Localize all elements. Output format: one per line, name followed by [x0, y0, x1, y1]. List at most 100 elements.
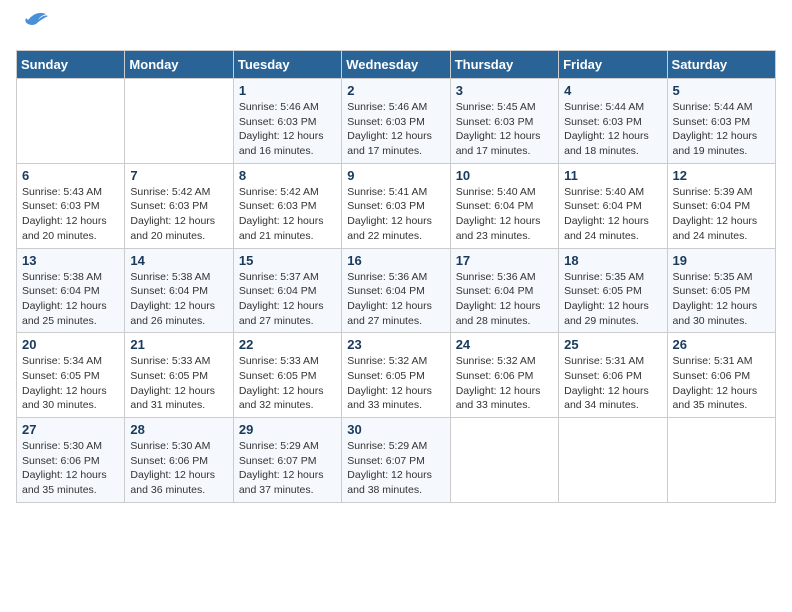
calendar-cell: 21 Sunrise: 5:33 AM Sunset: 6:05 PM Dayli… [125, 333, 233, 418]
header-monday: Monday [125, 51, 233, 79]
day-number: 5 [673, 83, 770, 98]
day-number: 10 [456, 168, 553, 183]
calendar-week-3: 13 Sunrise: 5:38 AM Sunset: 6:04 PM Dayli… [17, 248, 776, 333]
calendar-cell: 2 Sunrise: 5:46 AM Sunset: 6:03 PM Daylig… [342, 79, 450, 164]
day-info: Sunrise: 5:41 AM Sunset: 6:03 PM Dayligh… [347, 185, 444, 244]
header-saturday: Saturday [667, 51, 775, 79]
calendar-cell: 6 Sunrise: 5:43 AM Sunset: 6:03 PM Daylig… [17, 163, 125, 248]
day-info: Sunrise: 5:44 AM Sunset: 6:03 PM Dayligh… [564, 100, 661, 159]
day-number: 12 [673, 168, 770, 183]
day-info: Sunrise: 5:45 AM Sunset: 6:03 PM Dayligh… [456, 100, 553, 159]
header-tuesday: Tuesday [233, 51, 341, 79]
day-info: Sunrise: 5:30 AM Sunset: 6:06 PM Dayligh… [130, 439, 227, 498]
day-number: 13 [22, 253, 119, 268]
calendar-cell: 24Sunrise: 5:32 AM Sunset: 6:06 PM Dayli… [450, 333, 558, 418]
calendar-cell: 1 Sunrise: 5:46 AM Sunset: 6:03 PM Daylig… [233, 79, 341, 164]
day-number: 15 [239, 253, 336, 268]
calendar-cell [559, 418, 667, 503]
day-info: Sunrise: 5:38 AM Sunset: 6:04 PM Dayligh… [22, 270, 119, 329]
page-header [16, 16, 776, 38]
day-number: 27 [22, 422, 119, 437]
day-number: 16 [347, 253, 444, 268]
logo [16, 16, 48, 38]
calendar-cell [667, 418, 775, 503]
day-number: 28 [130, 422, 227, 437]
calendar-cell: 12 Sunrise: 5:39 AM Sunset: 6:04 PM Dayli… [667, 163, 775, 248]
calendar-cell: 25 Sunrise: 5:31 AM Sunset: 6:06 PM Dayli… [559, 333, 667, 418]
calendar-cell: 27 Sunrise: 5:30 AM Sunset: 6:06 PM Dayli… [17, 418, 125, 503]
day-number: 23 [347, 337, 444, 352]
day-number: 7 [130, 168, 227, 183]
calendar-cell: 4 Sunrise: 5:44 AM Sunset: 6:03 PM Daylig… [559, 79, 667, 164]
day-info: Sunrise: 5:38 AM Sunset: 6:04 PM Dayligh… [130, 270, 227, 329]
day-number: 30 [347, 422, 444, 437]
day-number: 17 [456, 253, 553, 268]
day-number: 14 [130, 253, 227, 268]
calendar-week-2: 6 Sunrise: 5:43 AM Sunset: 6:03 PM Daylig… [17, 163, 776, 248]
day-info: Sunrise: 5:33 AM Sunset: 6:05 PM Dayligh… [130, 354, 227, 413]
header-thursday: Thursday [450, 51, 558, 79]
day-number: 8 [239, 168, 336, 183]
calendar-cell: 18 Sunrise: 5:35 AM Sunset: 6:05 PM Dayli… [559, 248, 667, 333]
day-number: 21 [130, 337, 227, 352]
calendar-week-4: 20Sunrise: 5:34 AM Sunset: 6:05 PM Dayli… [17, 333, 776, 418]
calendar-cell: 3Sunrise: 5:45 AM Sunset: 6:03 PM Daylig… [450, 79, 558, 164]
day-info: Sunrise: 5:35 AM Sunset: 6:05 PM Dayligh… [564, 270, 661, 329]
calendar-cell: 19 Sunrise: 5:35 AM Sunset: 6:05 PM Dayli… [667, 248, 775, 333]
day-info: Sunrise: 5:40 AM Sunset: 6:04 PM Dayligh… [564, 185, 661, 244]
day-info: Sunrise: 5:32 AM Sunset: 6:05 PM Dayligh… [347, 354, 444, 413]
day-number: 2 [347, 83, 444, 98]
calendar-cell: 9 Sunrise: 5:41 AM Sunset: 6:03 PM Daylig… [342, 163, 450, 248]
calendar-cell: 5Sunrise: 5:44 AM Sunset: 6:03 PM Daylig… [667, 79, 775, 164]
day-info: Sunrise: 5:30 AM Sunset: 6:06 PM Dayligh… [22, 439, 119, 498]
day-number: 19 [673, 253, 770, 268]
day-number: 9 [347, 168, 444, 183]
day-info: Sunrise: 5:34 AM Sunset: 6:05 PM Dayligh… [22, 354, 119, 413]
day-info: Sunrise: 5:29 AM Sunset: 6:07 PM Dayligh… [347, 439, 444, 498]
day-info: Sunrise: 5:29 AM Sunset: 6:07 PM Dayligh… [239, 439, 336, 498]
day-number: 25 [564, 337, 661, 352]
day-info: Sunrise: 5:46 AM Sunset: 6:03 PM Dayligh… [347, 100, 444, 159]
calendar-header-row: SundayMondayTuesdayWednesdayThursdayFrid… [17, 51, 776, 79]
day-info: Sunrise: 5:36 AM Sunset: 6:04 PM Dayligh… [456, 270, 553, 329]
calendar-cell: 14 Sunrise: 5:38 AM Sunset: 6:04 PM Dayli… [125, 248, 233, 333]
day-info: Sunrise: 5:42 AM Sunset: 6:03 PM Dayligh… [130, 185, 227, 244]
day-info: Sunrise: 5:32 AM Sunset: 6:06 PM Dayligh… [456, 354, 553, 413]
calendar-cell: 7 Sunrise: 5:42 AM Sunset: 6:03 PM Daylig… [125, 163, 233, 248]
calendar-cell: 13 Sunrise: 5:38 AM Sunset: 6:04 PM Dayli… [17, 248, 125, 333]
day-info: Sunrise: 5:36 AM Sunset: 6:04 PM Dayligh… [347, 270, 444, 329]
header-sunday: Sunday [17, 51, 125, 79]
calendar-table: SundayMondayTuesdayWednesdayThursdayFrid… [16, 50, 776, 503]
calendar-cell: 11 Sunrise: 5:40 AM Sunset: 6:04 PM Dayli… [559, 163, 667, 248]
header-friday: Friday [559, 51, 667, 79]
day-info: Sunrise: 5:43 AM Sunset: 6:03 PM Dayligh… [22, 185, 119, 244]
calendar-cell: 10 Sunrise: 5:40 AM Sunset: 6:04 PM Dayli… [450, 163, 558, 248]
day-info: Sunrise: 5:46 AM Sunset: 6:03 PM Dayligh… [239, 100, 336, 159]
day-number: 11 [564, 168, 661, 183]
calendar-cell [125, 79, 233, 164]
day-number: 6 [22, 168, 119, 183]
day-info: Sunrise: 5:31 AM Sunset: 6:06 PM Dayligh… [673, 354, 770, 413]
day-info: Sunrise: 5:33 AM Sunset: 6:05 PM Dayligh… [239, 354, 336, 413]
day-info: Sunrise: 5:42 AM Sunset: 6:03 PM Dayligh… [239, 185, 336, 244]
calendar-week-5: 27 Sunrise: 5:30 AM Sunset: 6:06 PM Dayli… [17, 418, 776, 503]
day-number: 1 [239, 83, 336, 98]
day-info: Sunrise: 5:40 AM Sunset: 6:04 PM Dayligh… [456, 185, 553, 244]
calendar-cell: 17 Sunrise: 5:36 AM Sunset: 6:04 PM Dayli… [450, 248, 558, 333]
day-number: 4 [564, 83, 661, 98]
calendar-cell: 26 Sunrise: 5:31 AM Sunset: 6:06 PM Dayli… [667, 333, 775, 418]
calendar-week-1: 1 Sunrise: 5:46 AM Sunset: 6:03 PM Daylig… [17, 79, 776, 164]
logo-bird-icon [18, 6, 48, 34]
calendar-cell: 30 Sunrise: 5:29 AM Sunset: 6:07 PM Dayli… [342, 418, 450, 503]
calendar-cell [450, 418, 558, 503]
day-info: Sunrise: 5:31 AM Sunset: 6:06 PM Dayligh… [564, 354, 661, 413]
day-number: 26 [673, 337, 770, 352]
calendar-cell: 15 Sunrise: 5:37 AM Sunset: 6:04 PM Dayli… [233, 248, 341, 333]
day-number: 18 [564, 253, 661, 268]
calendar-cell: 23 Sunrise: 5:32 AM Sunset: 6:05 PM Dayli… [342, 333, 450, 418]
day-info: Sunrise: 5:35 AM Sunset: 6:05 PM Dayligh… [673, 270, 770, 329]
day-info: Sunrise: 5:37 AM Sunset: 6:04 PM Dayligh… [239, 270, 336, 329]
day-info: Sunrise: 5:39 AM Sunset: 6:04 PM Dayligh… [673, 185, 770, 244]
day-number: 29 [239, 422, 336, 437]
calendar-cell [17, 79, 125, 164]
